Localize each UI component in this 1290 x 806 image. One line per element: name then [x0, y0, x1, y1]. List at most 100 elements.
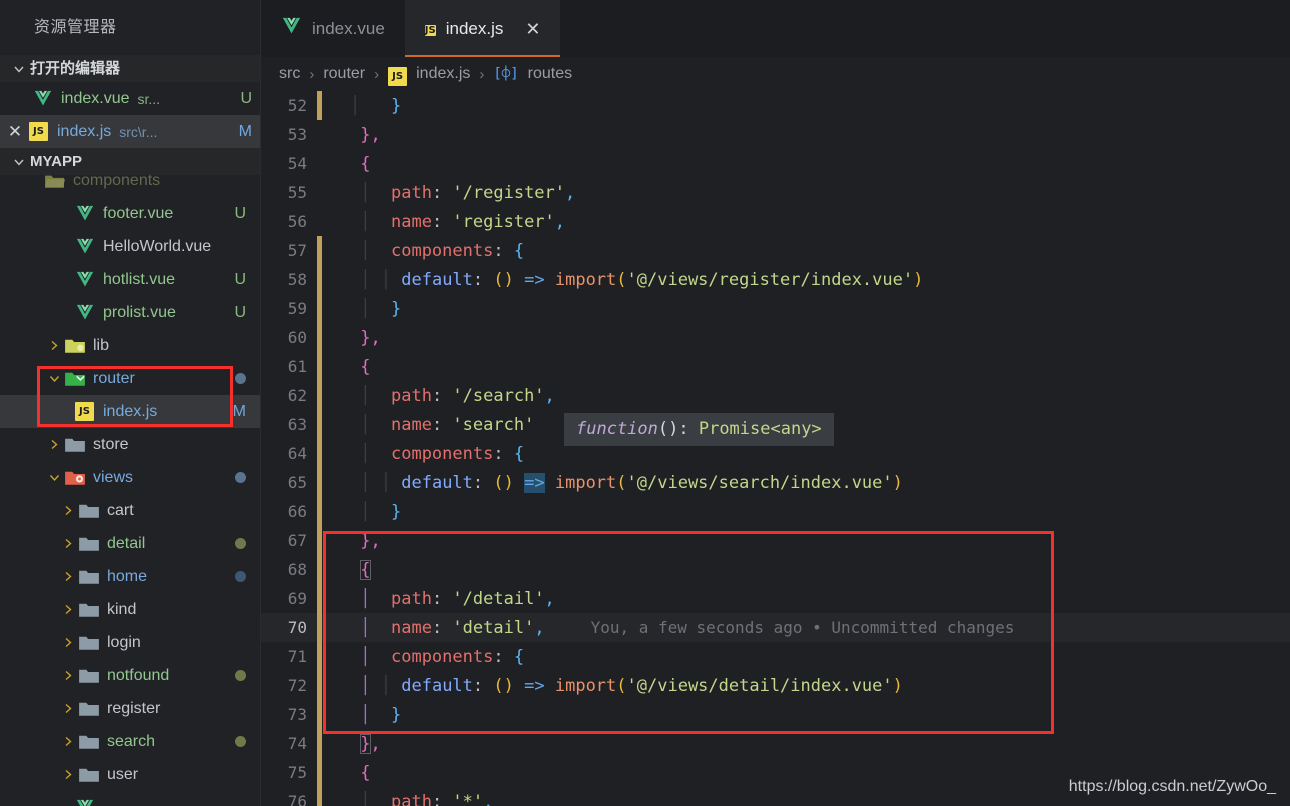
line-number: 73 [287, 705, 307, 724]
code-line[interactable]: 68 { [261, 555, 1290, 584]
tree-item-components[interactable]: components [0, 164, 260, 197]
code-line[interactable]: 69 │ path: '/detail', [261, 584, 1290, 613]
tree-item-helloworld-vue[interactable]: HelloWorld.vue [0, 230, 260, 263]
section-open-editors[interactable]: 打开的编辑器 [0, 55, 260, 82]
folder-icon [79, 636, 99, 650]
tab-close-icon[interactable]: ✕ [525, 20, 540, 38]
git-status-dot [235, 571, 246, 582]
tooltip-return-type: Promise<any> [698, 419, 822, 439]
code-text: │ path: '/detail', [360, 588, 555, 609]
tab-index-js[interactable]: JS index.js ✕ [404, 0, 561, 57]
code-line[interactable]: 61 { [261, 352, 1290, 381]
line-number: 58 [287, 270, 307, 289]
code-line[interactable]: 53 }, [261, 120, 1290, 149]
code-line[interactable]: 60 }, [261, 323, 1290, 352]
tree-item-detail[interactable]: detail [0, 527, 260, 560]
tree-item-footer-vue[interactable]: footer.vue U [0, 197, 260, 230]
tree-item-user[interactable]: user [0, 758, 260, 791]
line-number: 69 [287, 589, 307, 608]
code-line[interactable]: 52 │ } [261, 91, 1290, 120]
code-text: { [360, 762, 371, 783]
chevron-right-icon [58, 669, 78, 682]
tree-item-prolist-vue[interactable]: prolist.vue U [0, 296, 260, 329]
folder-icon [79, 735, 99, 749]
line-number: 68 [287, 560, 307, 579]
tree-item-label: home [107, 567, 148, 585]
js-icon: JS [26, 122, 51, 141]
code-line[interactable]: 73 │ } [261, 700, 1290, 729]
tab-index-vue[interactable]: index.vue [261, 0, 405, 57]
code-line[interactable]: 74 }, [261, 729, 1290, 758]
tree-item-login[interactable]: login [0, 626, 260, 659]
code-text: │ path: '/search', [360, 385, 555, 406]
code-text: { [360, 356, 371, 377]
tree-item-status: M [232, 402, 246, 420]
code-line[interactable]: 62 │ path: '/search', [261, 381, 1290, 410]
tree-item-router[interactable]: router [0, 362, 260, 395]
vue-icon [72, 799, 97, 806]
folder-icon [79, 768, 99, 782]
line-number: 70 [287, 618, 307, 637]
breadcrumb-item-router[interactable]: router [323, 65, 365, 83]
line-number: 67 [287, 531, 307, 550]
code-line[interactable]: 72 │ │ default: () => import('@/views/de… [261, 671, 1290, 700]
open-editor-index-js[interactable]: ✕ JS index.js src\r... M [0, 115, 260, 148]
line-number: 55 [287, 183, 307, 202]
tree-item-search[interactable]: search [0, 725, 260, 758]
code-editor[interactable]: 52 │ } 53 }, 54 { 55 │ path: '/register'… [261, 91, 1290, 806]
breadcrumb-item-file[interactable]: index.js [416, 65, 470, 83]
line-number: 66 [287, 502, 307, 521]
chevron-right-icon: › [479, 65, 485, 83]
code-line[interactable]: 55 │ path: '/register', [261, 178, 1290, 207]
chevron-down-icon [44, 471, 64, 484]
code-line[interactable]: 56 │ name: 'register', [261, 207, 1290, 236]
hover-tooltip: function(): Promise<any> [564, 413, 834, 446]
close-icon[interactable]: ✕ [4, 123, 26, 140]
gitlens-blame-annotation: You, a few seconds ago • Uncommitted cha… [590, 617, 1015, 637]
code-line[interactable]: 57 │ components: { [261, 236, 1290, 265]
tree-item-home[interactable]: home [0, 560, 260, 593]
tree-item-status: U [234, 270, 246, 288]
code-line[interactable]: 67 }, [261, 526, 1290, 555]
tree-item-lib[interactable]: lib [0, 329, 260, 362]
code-line[interactable]: 71 │ components: { [261, 642, 1290, 671]
code-line[interactable]: 54 { [261, 149, 1290, 178]
tree-item-label: user [107, 765, 139, 783]
open-editor-index-vue[interactable]: index.vue sr... U [0, 82, 260, 115]
tree-item-hotlist-vue[interactable]: hotlist.vue U [0, 263, 260, 296]
chevron-right-icon [58, 768, 78, 781]
breadcrumb-item-symbol[interactable]: routes [528, 65, 572, 83]
code-text: { [350, 559, 371, 580]
breadcrumb-item-src[interactable]: src [279, 65, 300, 83]
tree-item-label: router [93, 369, 135, 387]
code-line-active[interactable]: 70 │ name: 'detail', You, a few seconds a… [261, 613, 1290, 642]
code-line[interactable]: 59 │ } [261, 294, 1290, 323]
tree-item-register[interactable]: register [0, 692, 260, 725]
code-line[interactable]: 65 │ │ default: () => import('@/views/se… [261, 468, 1290, 497]
vscode-window: 资源管理器 打开的编辑器 index.vue sr... U ✕ JS inde… [0, 0, 1290, 806]
open-editor-status: U [240, 89, 252, 107]
code-text: │ path: '/register', [360, 182, 576, 203]
code-line[interactable]: 58 │ │ default: () => import('@/views/re… [261, 265, 1290, 294]
tree-item-cart[interactable]: cart [0, 494, 260, 527]
git-status-dot [235, 538, 246, 549]
tree-item-views[interactable]: views [0, 461, 260, 494]
code-line[interactable]: 66 │ } [261, 497, 1290, 526]
tree-item-store[interactable]: store [0, 428, 260, 461]
tree-item-notfound[interactable]: notfound [0, 659, 260, 692]
file-tree: components footer.vue U HelloWorld.vue h… [0, 164, 260, 806]
tree-item-kind[interactable]: kind [0, 593, 260, 626]
line-number: 76 [287, 792, 307, 806]
code-text: }, [360, 327, 381, 348]
code-text: │ name: 'register', [360, 211, 566, 232]
chevron-right-icon [44, 339, 64, 352]
tree-item-index-js[interactable]: JS index.js M [0, 395, 260, 428]
line-number: 62 [287, 386, 307, 405]
editor-area: index.vue JS index.js ✕ src › router › J… [261, 0, 1290, 806]
line-number: 60 [287, 328, 307, 347]
tree-item-partial-vue[interactable] [0, 791, 260, 806]
tree-item-label: login [107, 633, 141, 651]
folder-views-icon [65, 471, 85, 485]
code-text: }, [360, 530, 381, 551]
tooltip-call: (): [657, 419, 699, 439]
